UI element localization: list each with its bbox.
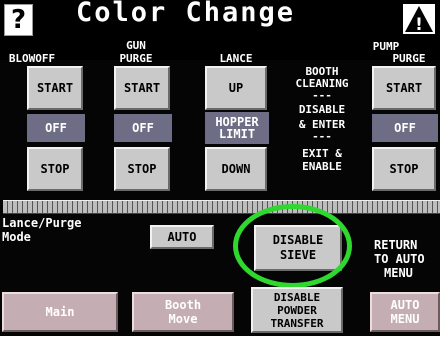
color-change-screen: ? Color Change ! BLOWOFF GUN PURGE LANCE… — [0, 0, 440, 336]
help-button[interactable]: ? — [4, 4, 33, 36]
pump-purge-start-button[interactable]: START — [372, 66, 436, 110]
blowoff-status: OFF — [27, 114, 85, 142]
lance-purge-auto-button[interactable]: AUTO — [150, 225, 214, 249]
booth-line6: --- — [312, 130, 332, 143]
gun-purge-heading-line2: PURGE — [119, 52, 153, 65]
gun-purge-start-button[interactable]: START — [114, 66, 170, 110]
return-line3: MENU — [384, 266, 413, 280]
booth-line4: DISABLE — [298, 103, 346, 116]
pump-purge-heading-line1: PUMP — [372, 40, 400, 53]
auto-menu-line2: MENU — [390, 312, 420, 326]
pump-purge-stop-button[interactable]: STOP — [372, 147, 436, 191]
lance-status-line2: LIMIT — [218, 127, 256, 141]
auto-menu-button[interactable]: AUTO MENU — [370, 292, 440, 332]
svg-text:!: ! — [415, 15, 423, 34]
return-line2: TO AUTO — [374, 252, 425, 266]
booth-line3: --- — [312, 89, 332, 102]
return-line1: RETURN — [374, 238, 418, 252]
divider-scale — [3, 200, 440, 214]
lance-status: HOPPER LIMIT — [205, 112, 269, 144]
gun-purge-stop-button[interactable]: STOP — [114, 147, 170, 191]
gun-purge-status: OFF — [114, 114, 172, 142]
lance-purge-label-line2: Mode — [2, 230, 31, 244]
lance-heading: LANCE — [219, 52, 253, 65]
blowoff-start-button[interactable]: START — [27, 66, 83, 110]
disable-sieve-line2: SIEVE — [279, 248, 317, 262]
auto-menu-line1: AUTO — [390, 298, 420, 312]
booth-move-line1: Booth — [164, 298, 202, 312]
blowoff-heading: BLOWOFF — [8, 52, 56, 65]
disable-powder-line1: DISABLE — [273, 290, 321, 304]
booth-line8: ENABLE — [302, 160, 342, 173]
lance-down-button[interactable]: DOWN — [205, 147, 267, 191]
disable-sieve-line1: DISABLE — [272, 233, 324, 247]
blowoff-stop-button[interactable]: STOP — [27, 147, 83, 191]
lance-purge-label-line1: Lance/Purge — [2, 216, 82, 230]
booth-move-button[interactable]: Booth Move — [132, 292, 234, 332]
page-title: Color Change — [76, 0, 296, 28]
booth-cleaning-instructions: BOOTH CLEANING --- DISABLE & ENTER --- E… — [274, 66, 370, 173]
return-to-auto-menu-text: RETURN TO AUTO MENU — [370, 238, 440, 280]
warning-icon: ! — [405, 6, 433, 35]
disable-powder-transfer-button[interactable]: DISABLE POWDER TRANSFER — [251, 287, 343, 333]
gun-purge-heading-line1: GUN — [126, 39, 146, 52]
disable-powder-line2: POWDER — [277, 303, 317, 317]
booth-move-line2: Move — [168, 312, 198, 326]
lance-up-button[interactable]: UP — [205, 66, 267, 110]
alarm-button[interactable]: ! — [403, 4, 435, 35]
disable-powder-line3: TRANSFER — [270, 316, 324, 330]
pump-purge-heading-line2: PURGE — [392, 52, 426, 65]
main-button[interactable]: Main — [2, 292, 118, 332]
pump-purge-status: OFF — [372, 114, 438, 142]
disable-sieve-button[interactable]: DISABLE SIEVE — [254, 225, 342, 271]
